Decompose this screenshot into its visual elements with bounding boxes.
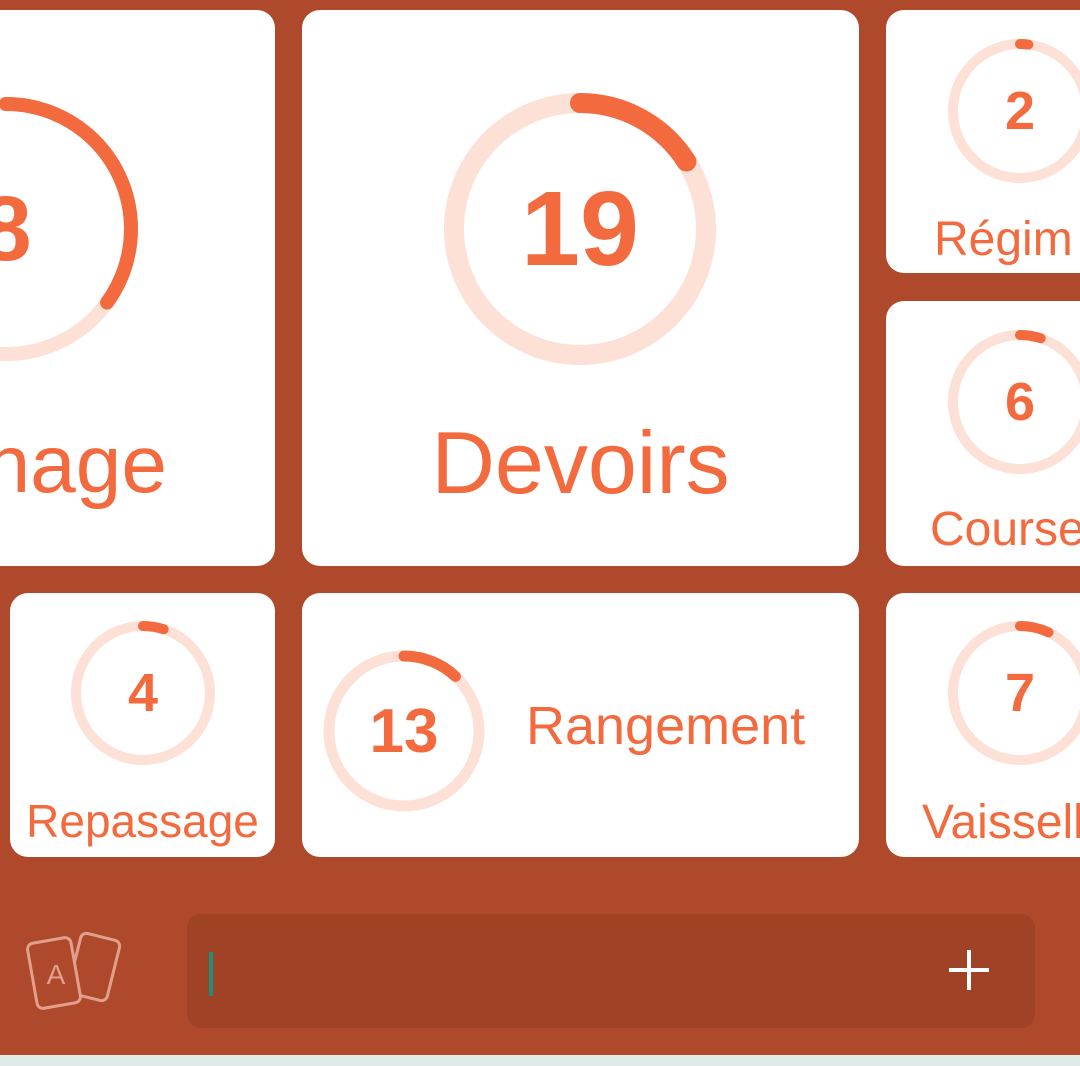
tile-count: 4 (127, 663, 159, 723)
tile-regime[interactable]: 2 Régim (886, 10, 1080, 273)
card-letter: A (47, 959, 66, 990)
tile-count: 6 (1004, 372, 1036, 432)
plus-icon[interactable] (945, 946, 993, 994)
progress-ring: 4 (71, 621, 215, 765)
tile-repassage[interactable]: 4 Repassage (10, 593, 275, 857)
tile-label: Vaissell (922, 796, 1080, 849)
text-caret (209, 952, 213, 996)
tile-devoirs[interactable]: 19 Devoirs (302, 10, 859, 566)
tile-rangement[interactable]: 13 Rangement (302, 593, 859, 857)
tile-count: 13 (369, 696, 439, 766)
tile-count: 19 (521, 169, 639, 288)
add-task-input[interactable] (187, 914, 1035, 1028)
progress-ring: 19 (442, 91, 718, 367)
tile-vaisselle[interactable]: 7 Vaissell (886, 593, 1080, 857)
tile-label: Course (930, 503, 1080, 556)
progress-ring: 6 (948, 330, 1080, 474)
tile-label: Régim (934, 213, 1073, 266)
progress-ring: 2 (948, 39, 1080, 183)
tile-label: Rangement (526, 696, 806, 756)
system-nav-strip (0, 1055, 1080, 1066)
progress-ring: 7 (948, 621, 1080, 765)
tile-label: Repassage (26, 795, 259, 847)
tile-label: nage (0, 419, 167, 510)
tile-count: 7 (1004, 663, 1036, 723)
tile-courses[interactable]: 6 Course (886, 301, 1080, 566)
tile-nettoyage[interactable]: 8 nage (0, 10, 275, 566)
progress-ring: 13 (323, 650, 485, 812)
tile-label: Devoirs (431, 413, 730, 512)
tile-count: 2 (1004, 81, 1036, 141)
cards-icon[interactable]: A (26, 928, 130, 1012)
tile-count: 8 (0, 177, 32, 280)
progress-ring: 8 (0, 94, 141, 364)
